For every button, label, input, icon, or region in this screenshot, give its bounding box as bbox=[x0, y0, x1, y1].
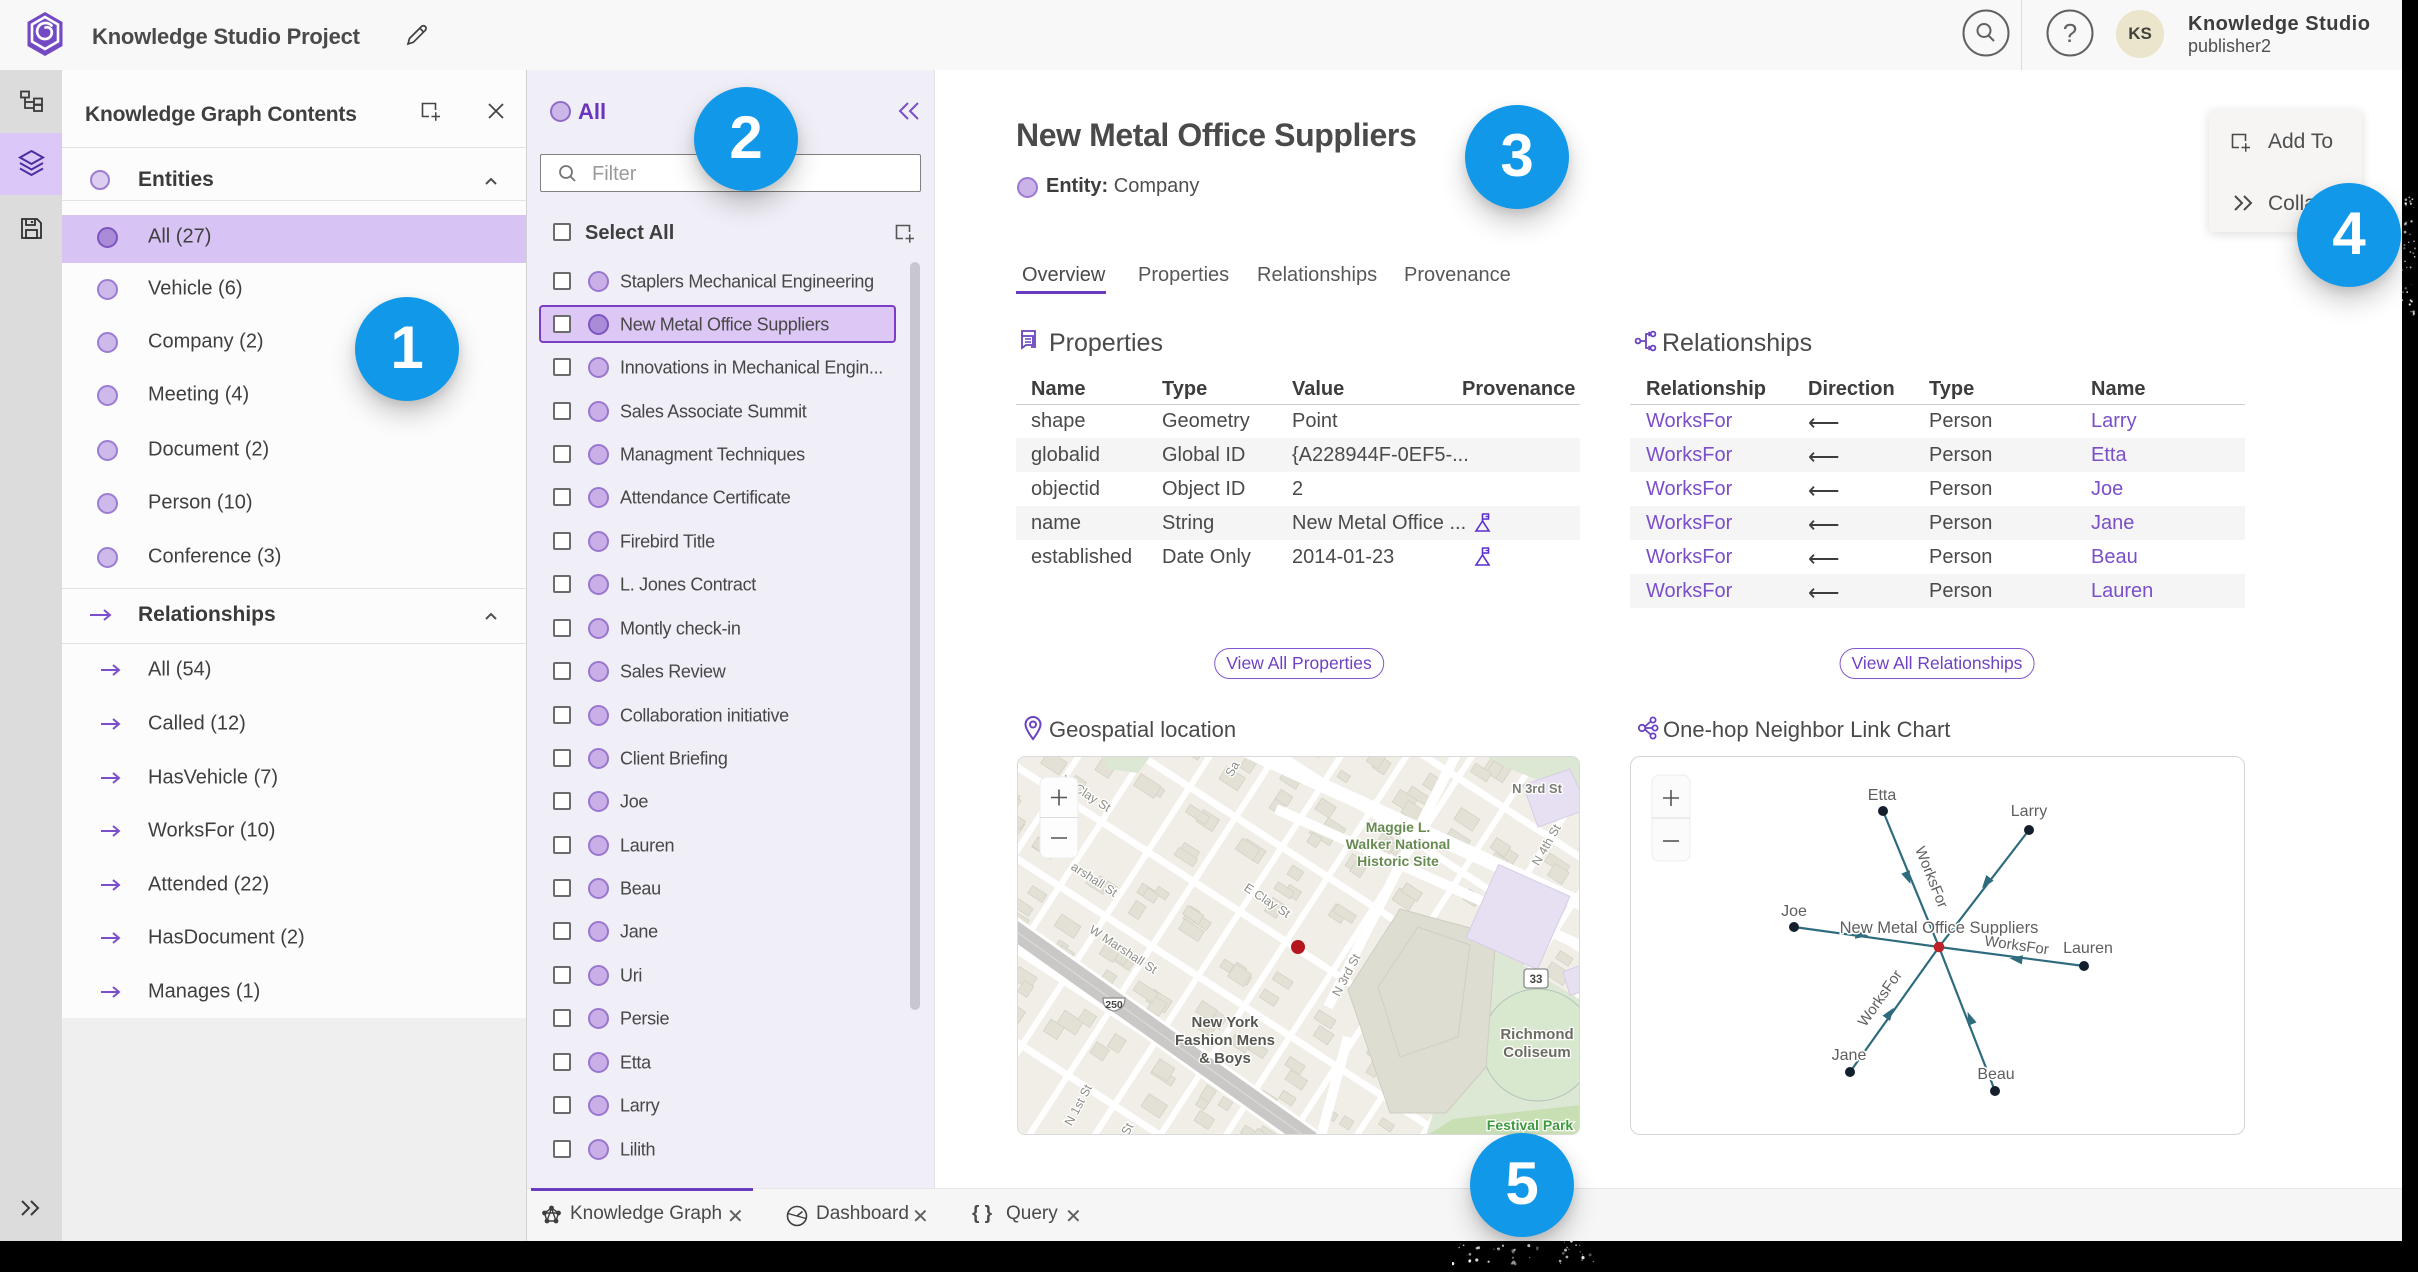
svg-text:N 3rd St: N 3rd St bbox=[1512, 781, 1563, 796]
svg-text:WorksFor: WorksFor bbox=[1911, 844, 1951, 910]
svg-text:& Boys: & Boys bbox=[1199, 1050, 1251, 1067]
svg-text:Fashion Mens: Fashion Mens bbox=[1175, 1032, 1275, 1049]
svg-text:Maggie L.: Maggie L. bbox=[1366, 819, 1431, 835]
svg-text:Larry: Larry bbox=[2011, 803, 2047, 820]
svg-text:Historic Site: Historic Site bbox=[1357, 853, 1439, 869]
svg-text:Lauren: Lauren bbox=[2063, 940, 2113, 957]
svg-text:WorksFor: WorksFor bbox=[1855, 967, 1906, 1030]
svg-text:Coliseum: Coliseum bbox=[1503, 1044, 1571, 1061]
svg-text:Etta: Etta bbox=[1868, 787, 1897, 804]
svg-text:New York: New York bbox=[1192, 1014, 1260, 1031]
svg-text:Joe: Joe bbox=[1781, 903, 1807, 920]
svg-text:33: 33 bbox=[1530, 974, 1543, 986]
svg-text:250: 250 bbox=[1105, 999, 1123, 1011]
svg-text:Jane: Jane bbox=[1832, 1047, 1867, 1064]
svg-text:Walker National: Walker National bbox=[1346, 836, 1451, 852]
svg-text:Richmond: Richmond bbox=[1500, 1026, 1573, 1043]
svg-text:Beau: Beau bbox=[1977, 1066, 2014, 1083]
svg-text:Festival Park: Festival Park bbox=[1487, 1117, 1574, 1133]
svg-text:New Metal Office Suppliers: New Metal Office Suppliers bbox=[1840, 919, 2039, 937]
